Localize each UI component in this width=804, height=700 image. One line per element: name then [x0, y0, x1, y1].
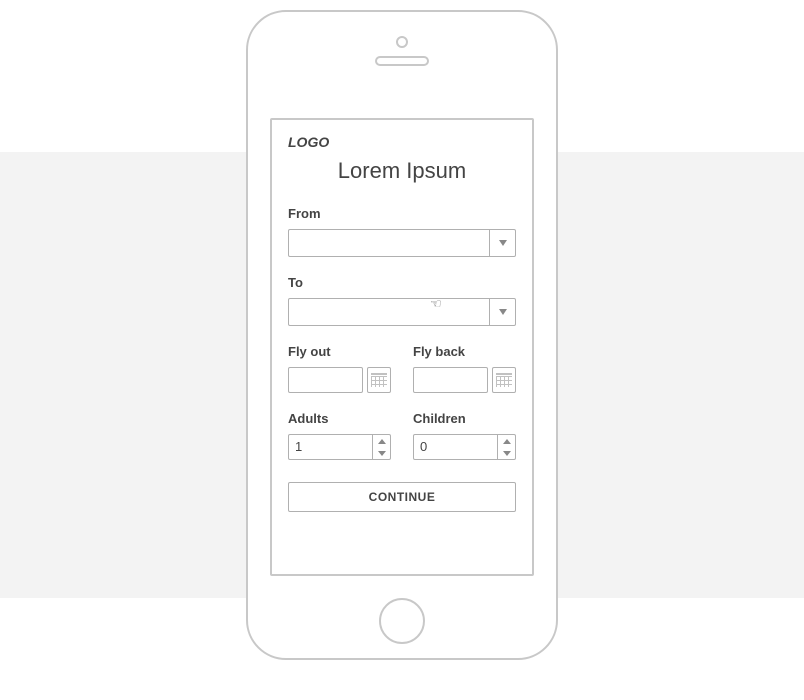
to-value	[289, 299, 489, 325]
page-title: Lorem Ipsum	[288, 158, 516, 184]
children-step-buttons	[497, 435, 515, 459]
cursor-icon: ☜	[430, 296, 442, 312]
phone-home-button[interactable]	[379, 598, 425, 644]
phone-speaker-icon	[375, 56, 429, 66]
fly-out-field	[288, 367, 391, 393]
arrow-down-icon	[378, 451, 386, 456]
chevron-down-icon	[499, 309, 507, 315]
from-select[interactable]	[288, 229, 516, 257]
phone-camera-icon	[396, 36, 408, 48]
arrow-up-icon	[503, 439, 511, 444]
children-label: Children	[413, 411, 516, 426]
children-decrement-button[interactable]	[498, 447, 515, 459]
children-increment-button[interactable]	[498, 435, 515, 447]
logo: LOGO	[288, 134, 516, 150]
children-value: 0	[414, 435, 497, 459]
fly-back-input[interactable]	[413, 367, 488, 393]
continue-button[interactable]: CONTINUE	[288, 482, 516, 512]
adults-label: Adults	[288, 411, 391, 426]
children-stepper[interactable]: 0	[413, 434, 516, 460]
from-dropdown-button[interactable]	[489, 230, 515, 256]
adults-decrement-button[interactable]	[373, 447, 390, 459]
adults-value: 1	[289, 435, 372, 459]
pax-row: Adults 1 Children 0	[288, 411, 516, 460]
calendar-icon	[371, 373, 387, 387]
fly-back-label: Fly back	[413, 344, 516, 359]
calendar-icon	[496, 373, 512, 387]
arrow-down-icon	[503, 451, 511, 456]
to-dropdown-button[interactable]	[489, 299, 515, 325]
adults-stepper[interactable]: 1	[288, 434, 391, 460]
phone-frame: LOGO Lorem Ipsum From To Fly out	[246, 10, 558, 660]
app-screen: LOGO Lorem Ipsum From To Fly out	[270, 118, 534, 576]
fly-out-input[interactable]	[288, 367, 363, 393]
fly-out-calendar-button[interactable]	[367, 367, 391, 393]
adults-step-buttons	[372, 435, 390, 459]
chevron-down-icon	[499, 240, 507, 246]
from-label: From	[288, 206, 516, 221]
fly-out-label: Fly out	[288, 344, 391, 359]
to-label: To	[288, 275, 516, 290]
fly-back-calendar-button[interactable]	[492, 367, 516, 393]
from-value	[289, 230, 489, 256]
arrow-up-icon	[378, 439, 386, 444]
to-select[interactable]	[288, 298, 516, 326]
adults-increment-button[interactable]	[373, 435, 390, 447]
date-row: Fly out Fly back	[288, 344, 516, 393]
fly-back-field	[413, 367, 516, 393]
